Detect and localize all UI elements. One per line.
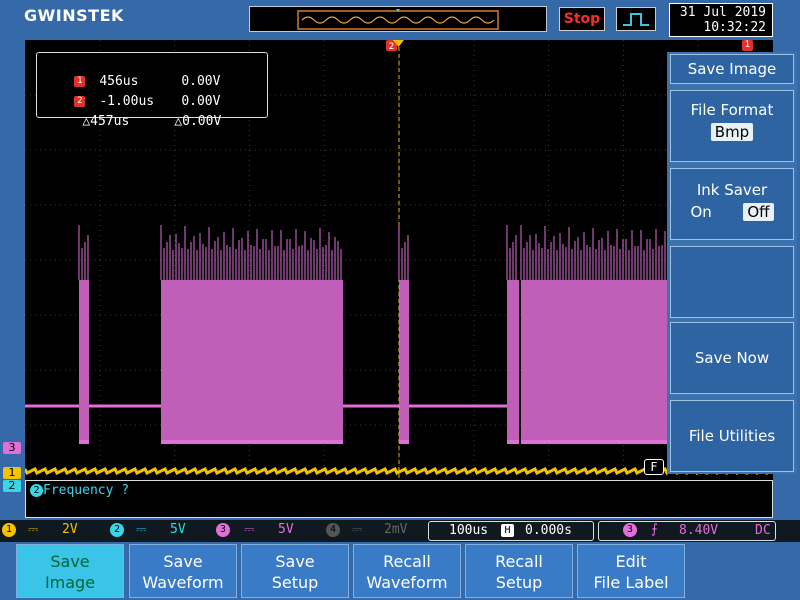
button-label-line2: Image <box>44 573 96 592</box>
trigger-edge-icon <box>616 7 656 31</box>
ch1-coupling-icon: ⎓ <box>28 522 39 537</box>
trigger-source-badge: 3 <box>623 523 637 537</box>
edit-file-label-button[interactable]: Edit File Label <box>577 544 685 598</box>
button-label-line2: Waveform <box>366 573 448 592</box>
ch4-scale[interactable]: 2mV <box>384 522 407 537</box>
save-waveform-button[interactable]: Save Waveform <box>129 544 237 598</box>
button-label-line1: Recall <box>495 552 543 571</box>
trigger-coupling: DC <box>755 523 771 538</box>
channel-status-bar: 1 ⎓ 2V 2 ⎓ 5V 3 ⎓ 5V 4 ⎓ 2mV 100us H 0.0… <box>0 520 800 542</box>
h-position-value: 0.000s <box>525 523 572 538</box>
cursor-2-marker[interactable]: 2 <box>386 40 412 52</box>
ch3-scale[interactable]: 5V <box>278 522 294 537</box>
cursor-readout: 1 456us 0.00V 2 -1.00us 0.00V △457us △0.00V <box>36 52 268 129</box>
button-label-line2: Setup <box>271 573 319 592</box>
overview-wave <box>297 9 499 30</box>
side-menu-title: Save Image <box>670 54 794 84</box>
ch3-ground-marker[interactable]: 3 <box>3 442 21 454</box>
ch2-ground-marker[interactable]: 2 <box>3 480 21 492</box>
file-format-button[interactable]: File Format Bmp <box>670 90 794 162</box>
ink-saver-label: Ink Saver <box>696 181 768 199</box>
ink-saver-off: Off <box>743 203 774 221</box>
h-position-icon: H <box>501 524 514 537</box>
status-message-line: 2 Frequency ? <box>25 480 773 518</box>
ch1-scale[interactable]: 2V <box>62 522 78 537</box>
waveform-overview <box>249 6 547 32</box>
ch2-coupling-icon: ⎓ <box>136 522 147 537</box>
button-label-line1: Save <box>163 552 203 571</box>
save-now-button[interactable]: Save Now <box>670 322 794 394</box>
timebase-value: 100us <box>449 523 489 538</box>
button-label-line2: File Label <box>593 573 669 592</box>
ch4-coupling-icon: ⎓ <box>352 522 363 537</box>
svg-text:2: 2 <box>389 42 395 52</box>
ink-saver-button[interactable]: Ink Saver On Off <box>670 168 794 240</box>
time-text: 10:32:22 <box>703 20 766 35</box>
ch2-scale[interactable]: 5V <box>170 522 186 537</box>
ch3-trace <box>25 225 667 444</box>
run-stop-button[interactable]: Stop <box>559 7 605 31</box>
ch2-badge-icon: 2 <box>30 484 43 497</box>
ch3-badge: 3 <box>216 523 230 537</box>
button-label-line2: Waveform <box>142 573 224 592</box>
button-label-line1: Recall <box>383 552 431 571</box>
save-setup-button[interactable]: Save Setup <box>241 544 349 598</box>
save-image-button[interactable]: Save Image <box>16 544 124 598</box>
cursor-1-marker[interactable]: 1 <box>742 40 753 51</box>
file-format-value: Bmp <box>710 123 754 141</box>
button-label-line2: Setup <box>495 573 543 592</box>
cursor-delta-time: △457us <box>82 114 130 129</box>
recall-waveform-button[interactable]: Recall Waveform <box>353 544 461 598</box>
f-marker: F <box>644 459 664 475</box>
status-prompt-text: Frequency ? <box>43 483 130 498</box>
date-text: 31 Jul 2019 <box>679 5 766 20</box>
status-prompt-line: 2 Frequency ? <box>30 483 129 498</box>
button-label-line1: Edit <box>615 552 647 571</box>
button-label-line1: Save <box>275 552 315 571</box>
rising-edge-icon: ⨍ <box>651 522 658 537</box>
empty-side-button[interactable] <box>670 246 794 318</box>
trigger-level: 8.40V <box>679 523 719 538</box>
cursor-delta-volt: △0.00V <box>174 114 222 129</box>
gwinstek-logo: GWINSTEK <box>24 6 124 25</box>
file-format-label: File Format <box>690 101 774 119</box>
ch1-ground-marker[interactable]: 1 <box>3 467 21 479</box>
timebase-box[interactable]: 100us H 0.000s <box>428 521 594 541</box>
ch2-badge: 2 <box>110 523 124 537</box>
file-utilities-button[interactable]: File Utilities <box>670 400 794 472</box>
button-label-line1: Save <box>50 552 90 571</box>
recall-setup-button[interactable]: Recall Setup <box>465 544 573 598</box>
ch1-badge: 1 <box>2 523 16 537</box>
ch4-badge: 4 <box>326 523 340 537</box>
side-menu: Save Image File Format Bmp Ink Saver On … <box>667 52 797 474</box>
date-time-display: 31 Jul 2019 10:32:22 <box>669 3 773 37</box>
trigger-box[interactable]: 3 ⨍ 8.40V DC <box>598 521 776 541</box>
ink-saver-on: On <box>690 203 712 221</box>
ch3-coupling-icon: ⎓ <box>244 522 255 537</box>
